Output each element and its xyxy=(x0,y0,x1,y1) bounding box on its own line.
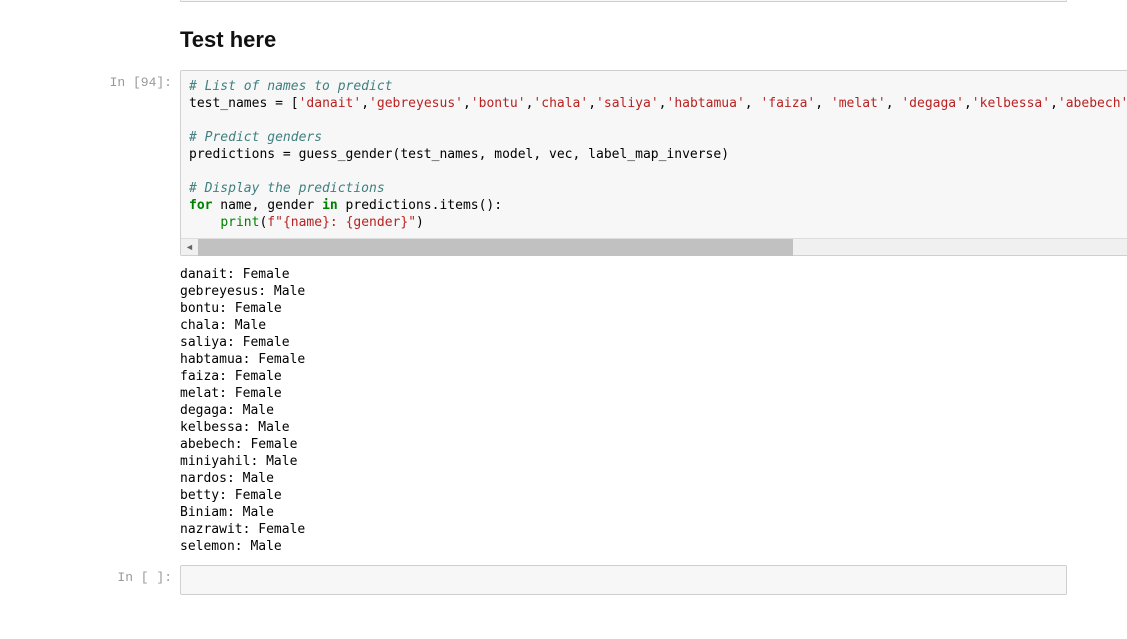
code-var: predictions xyxy=(189,147,275,162)
code-comment: # Predict genders xyxy=(189,130,322,145)
markdown-cell[interactable]: Test here xyxy=(0,17,1127,68)
code-indent xyxy=(189,215,220,230)
markdown-content: Test here xyxy=(180,17,1067,68)
code-comment: # Display the predictions xyxy=(189,181,385,196)
code-input-area-94[interactable]: # List of names to predict test_names = … xyxy=(180,70,1127,256)
output-text-94: danait: Female gebreyesus: Male bontu: F… xyxy=(180,258,1067,563)
code-eq: = [ xyxy=(267,96,298,111)
code-for-vars: name, gender xyxy=(212,198,322,213)
input-prompt-empty: In [ ]: xyxy=(0,565,180,595)
output-content-94: danait: Female gebreyesus: Male bontu: F… xyxy=(180,258,1067,563)
code-pclose: ) xyxy=(416,215,424,230)
code-fcolon: : xyxy=(330,215,346,230)
code-fexpr: {name} xyxy=(283,215,330,230)
code-print: print xyxy=(220,215,259,230)
empty-code-input[interactable] xyxy=(180,565,1067,595)
horizontal-scrollbar[interactable]: ◄ ► xyxy=(181,238,1127,255)
code-cell-94[interactable]: In [94]: # List of names to predict test… xyxy=(0,70,1127,256)
code-block-94[interactable]: # List of names to predict test_names = … xyxy=(181,71,1127,238)
code-var: test_names xyxy=(189,96,267,111)
code-comment: # List of names to predict xyxy=(189,79,393,94)
code-call: = guess_gender(test_names, model, vec, l… xyxy=(275,147,729,162)
markdown-prompt xyxy=(0,17,180,68)
code-fprefix: f" xyxy=(267,215,283,230)
code-fexpr2: {gender} xyxy=(346,215,409,230)
code-names-list: 'danait','gebreyesus','bontu','chala','s… xyxy=(299,96,1127,111)
empty-cell-content xyxy=(180,565,1067,595)
code-in-kw: in xyxy=(322,198,338,213)
notebook-container: Test here In [94]: # List of names to pr… xyxy=(0,0,1127,595)
scrollbar-arrow-left-icon[interactable]: ◄ xyxy=(181,239,198,256)
input-prompt-94: In [94]: xyxy=(0,70,180,256)
code-for-kw: for xyxy=(189,198,212,213)
markdown-header: Test here xyxy=(180,27,1067,53)
code-cell-94-content: # List of names to predict test_names = … xyxy=(180,70,1127,256)
output-prompt-94 xyxy=(0,258,180,563)
output-cell-94: danait: Female gebreyesus: Male bontu: F… xyxy=(0,258,1127,563)
empty-code-cell[interactable]: In [ ]: xyxy=(0,565,1127,595)
code-fclose: " xyxy=(408,215,416,230)
scrollbar-thumb[interactable] xyxy=(198,239,793,256)
code-for-iter: predictions.items(): xyxy=(338,198,502,213)
prev-cell-bottom-border xyxy=(180,0,1067,2)
